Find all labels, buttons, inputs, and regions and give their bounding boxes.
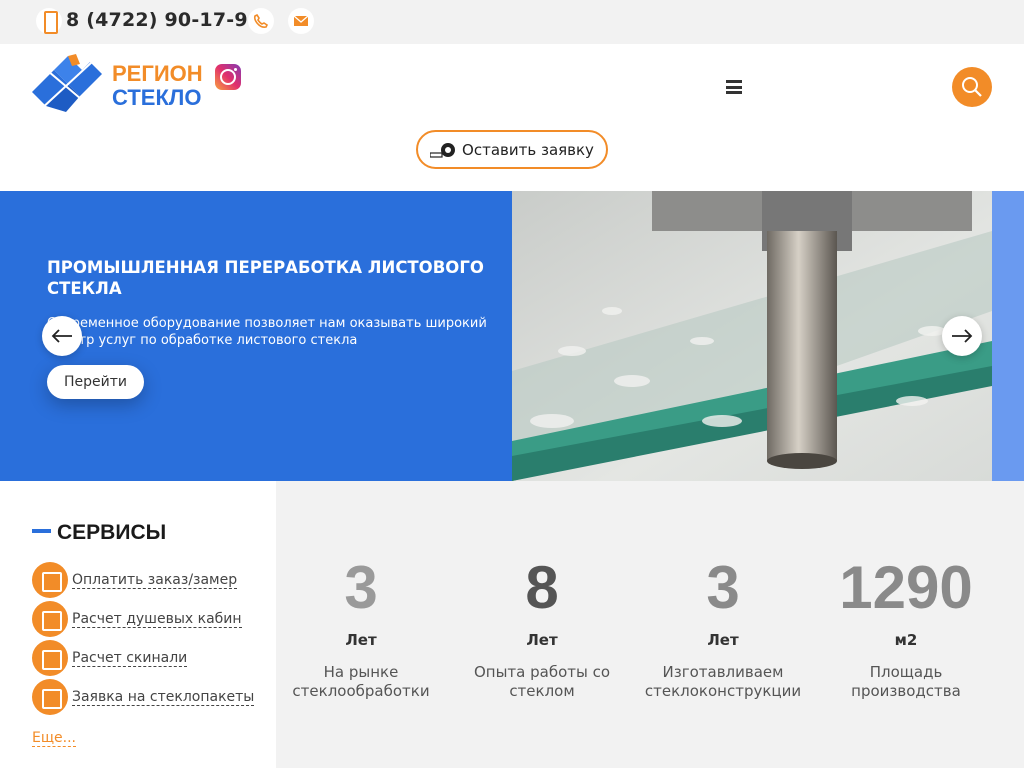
hero-slider: ПРОМЫШЛЕННАЯ ПЕРЕРАБОТКА ЛИСТОВОГО СТЕКЛ…: [0, 191, 1024, 481]
stat-item: 8 Лет Опыта работы со стеклом: [457, 553, 627, 701]
mail-icon[interactable]: [288, 8, 314, 34]
stat-unit: Лет: [526, 631, 558, 649]
search-icon: [962, 77, 982, 97]
credit-card-icon: [32, 562, 68, 598]
slider-next-button[interactable]: [942, 316, 982, 356]
stats-panel: 3 Лет На рынке стеклообработки 8 Лет Опы…: [276, 481, 1024, 768]
slide-text: Современное оборудование позволяет нам о…: [47, 316, 487, 348]
slide-go-button[interactable]: Перейти: [47, 365, 144, 399]
service-link[interactable]: Расчет скинали: [72, 650, 188, 667]
slider-prev-button[interactable]: [42, 316, 82, 356]
top-bar: 8 (4722) 90-17-96: [0, 0, 1024, 44]
stat-value: 3: [344, 554, 378, 621]
services-panel: СЕРВИСЫ Оплатить заказ/замер Расчет душе…: [0, 481, 276, 768]
stat-value: 1290: [839, 554, 973, 621]
shower-cabin-icon: [32, 601, 68, 637]
logo-line-1: РЕГИОН: [112, 61, 203, 86]
order-button[interactable]: Оставить заявку: [416, 130, 608, 169]
stat-description: Площадь производства: [851, 663, 961, 700]
logo-text[interactable]: РЕГИОН СТЕКЛО: [112, 62, 203, 110]
order-button-label: Оставить заявку: [462, 140, 594, 159]
logo-icon[interactable]: [32, 54, 104, 116]
phone-icon: [36, 8, 62, 34]
stat-value: 3: [706, 554, 740, 621]
kitchen-panel-icon: [32, 640, 68, 676]
stat-description: Изготавливаем стеклоконструкции: [644, 663, 802, 700]
measure-tape-icon: [430, 142, 456, 158]
window-icon: [32, 679, 68, 715]
stat-item: 3 Лет На рынке стеклообработки: [276, 553, 446, 701]
service-link[interactable]: Оплатить заказ/замер: [72, 572, 238, 589]
search-button[interactable]: [952, 67, 992, 107]
instagram-icon[interactable]: [215, 64, 241, 90]
next-slide-preview: [992, 191, 1024, 481]
stat-unit: Лет: [345, 631, 377, 649]
stat-item: 1290 м2 Площадь производства: [821, 553, 991, 701]
logo-line-2: СТЕКЛО: [112, 85, 202, 110]
service-item-shower[interactable]: Расчет душевых кабин: [32, 601, 242, 637]
stat-item: 3 Лет Изготавливаем стеклоконструкции: [638, 553, 808, 701]
phone-number[interactable]: 8 (4722) 90-17-96: [66, 9, 261, 31]
service-item-windows[interactable]: Заявка на стеклопакеты: [32, 679, 255, 715]
stat-unit: Лет: [707, 631, 739, 649]
stat-unit: м2: [894, 631, 918, 649]
service-link[interactable]: Заявка на стеклопакеты: [72, 689, 255, 706]
arrow-left-icon: [51, 329, 72, 343]
stat-description: На рынке стеклообработки: [292, 663, 430, 700]
glass-drill-image: [512, 191, 992, 481]
stat-value: 8: [525, 554, 559, 621]
services-more-link[interactable]: Еще...: [32, 730, 76, 747]
menu-icon[interactable]: [726, 80, 742, 94]
service-link[interactable]: Расчет душевых кабин: [72, 611, 242, 628]
service-item-payment[interactable]: Оплатить заказ/замер: [32, 562, 238, 598]
stat-description: Опыта работы со стеклом: [473, 663, 611, 700]
site-header: РЕГИОН СТЕКЛО Оставить заявку: [0, 44, 1024, 191]
call-icon[interactable]: [248, 8, 274, 34]
arrow-right-icon: [952, 329, 973, 343]
slide-title: ПРОМЫШЛЕННАЯ ПЕРЕРАБОТКА ЛИСТОВОГО СТЕКЛ…: [47, 258, 484, 298]
services-title: СЕРВИСЫ: [32, 521, 166, 545]
service-item-skinali[interactable]: Расчет скинали: [32, 640, 188, 676]
